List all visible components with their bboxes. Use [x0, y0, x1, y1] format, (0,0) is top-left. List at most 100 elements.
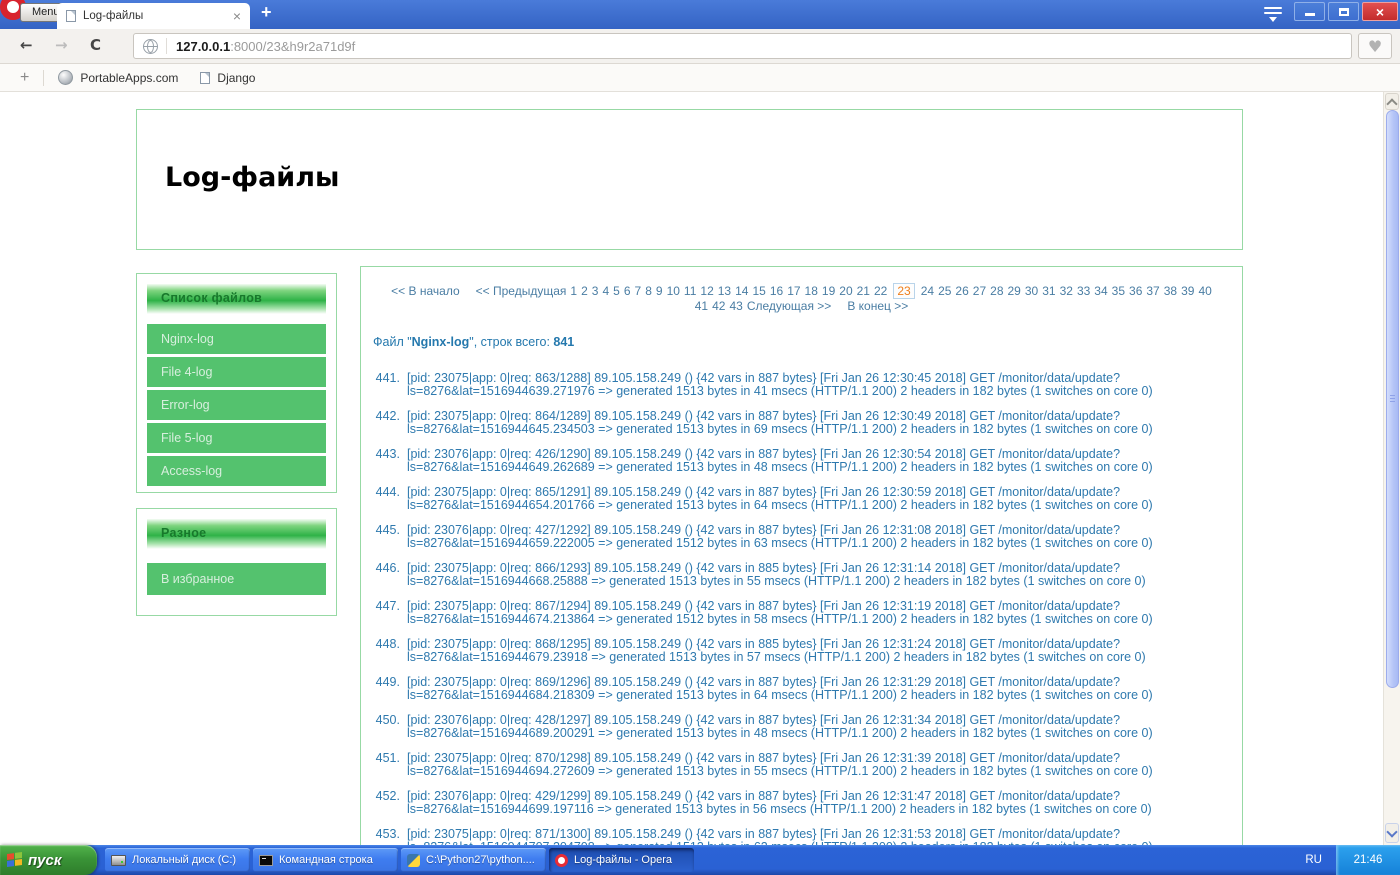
pagination-link[interactable]: 12 — [700, 284, 713, 298]
pagination-link[interactable]: 28 — [990, 284, 1003, 298]
pagination-link[interactable]: 18 — [805, 284, 818, 298]
pagination-link[interactable]: 40 — [1198, 284, 1211, 298]
tab-menu-icon[interactable] — [1264, 7, 1282, 26]
log-entry-text: [pid: 23076|app: 0|req: 426/1290] 89.105… — [407, 448, 1153, 474]
speed-dial-button[interactable] — [120, 40, 133, 53]
log-entry: 447.[pid: 23075|app: 0|req: 867/1294] 89… — [373, 600, 1242, 626]
sidebar-file-link[interactable]: Error-log — [147, 390, 326, 420]
pagination-link[interactable]: 16 — [770, 284, 783, 298]
sidebar-files-box: Список файлов Nginx-logFile 4-logError-l… — [136, 273, 337, 493]
sidebar-file-link[interactable]: File 4-log — [147, 357, 326, 387]
maximize-button[interactable] — [1328, 2, 1359, 21]
log-entry-number: 444. — [373, 486, 400, 512]
taskbar-right: RU 21:46 — [1305, 845, 1400, 875]
scrollbar-grip — [1390, 395, 1395, 402]
log-entry: 442.[pid: 23075|app: 0|req: 864/1289] 89… — [373, 410, 1242, 436]
pagination-link[interactable]: 36 — [1129, 284, 1142, 298]
log-entry: 449.[pid: 23075|app: 0|req: 869/1296] 89… — [373, 676, 1242, 702]
pagination-link[interactable]: 21 — [857, 284, 870, 298]
pagination-link[interactable]: << В начало — [391, 284, 459, 298]
pagination-link[interactable]: 29 — [1008, 284, 1021, 298]
pagination-link[interactable]: В конец >> — [847, 299, 908, 313]
pagination-link[interactable]: 22 — [874, 284, 887, 298]
pagination-link[interactable]: 13 — [718, 284, 731, 298]
pagination-link[interactable]: 30 — [1025, 284, 1038, 298]
pagination-link[interactable]: 20 — [839, 284, 852, 298]
new-tab-button[interactable]: + — [261, 2, 272, 23]
url-path: :8000/23&h9r2a71d9f — [230, 39, 355, 54]
log-entry-number: 449. — [373, 676, 400, 702]
sidebar-file-link[interactable]: Nginx-log — [147, 324, 326, 354]
scrollbar-thumb[interactable] — [1386, 110, 1399, 688]
pagination-link[interactable]: Следующая >> — [747, 299, 831, 313]
taskbar-button[interactable]: Локальный диск (C:) — [105, 848, 250, 872]
pagination-link[interactable]: 1 — [570, 284, 577, 298]
tab-close-icon[interactable]: × — [233, 9, 241, 23]
pagination-link[interactable]: << Предыдущая — [476, 284, 567, 298]
clock: 21:46 — [1354, 854, 1383, 866]
log-entry-number: 450. — [373, 714, 400, 740]
bookmark-label: Django — [217, 71, 255, 85]
taskbar-button[interactable]: Log-файлы - Opera — [549, 848, 694, 872]
sidebar-file-link[interactable]: File 5-log — [147, 423, 326, 453]
scroll-up-button[interactable] — [1385, 93, 1399, 110]
minimize-button[interactable] — [1294, 2, 1325, 21]
line-count: 841 — [553, 335, 574, 349]
bookmark-page-button[interactable]: ♥ — [1358, 33, 1392, 59]
disk-drive-icon — [111, 855, 126, 866]
pagination-link[interactable]: 37 — [1146, 284, 1159, 298]
scroll-down-button[interactable] — [1385, 823, 1399, 843]
start-button[interactable]: пуск — [0, 845, 97, 875]
pagination-link[interactable]: 35 — [1112, 284, 1125, 298]
opera-browser-window: Menu Log-файлы × + × ← → C 127.0.0.1:800… — [0, 0, 1400, 875]
log-line-2: ls=8276&lat=1516944639.271976 => generat… — [407, 385, 1153, 398]
bookmark-item[interactable]: PortableApps.com — [58, 70, 178, 85]
pagination-link[interactable]: 15 — [752, 284, 765, 298]
pagination-link[interactable]: 3 — [592, 284, 599, 298]
close-button[interactable]: × — [1362, 2, 1398, 21]
taskbar-button[interactable]: C:\Python27\python.... — [401, 848, 546, 872]
add-bookmark-button[interactable]: + — [20, 69, 29, 87]
pagination-link[interactable]: 14 — [735, 284, 748, 298]
pagination-link[interactable]: 43 — [729, 299, 742, 313]
pagination-link[interactable]: 26 — [955, 284, 968, 298]
sidebar-misc-link[interactable]: В избранное — [147, 563, 326, 595]
pagination-link[interactable]: 2 — [581, 284, 588, 298]
pagination-link[interactable]: 8 — [645, 284, 652, 298]
pagination-link[interactable]: 7 — [635, 284, 642, 298]
pagination-link[interactable]: 6 — [624, 284, 631, 298]
pagination-link[interactable]: 19 — [822, 284, 835, 298]
log-entry-text: [pid: 23075|app: 0|req: 863/1288] 89.105… — [407, 372, 1153, 398]
pagination-link[interactable]: 41 — [695, 299, 708, 313]
sidebar-file-link[interactable]: Access-log — [147, 456, 326, 486]
forward-button[interactable]: → — [55, 36, 68, 54]
pagination-link[interactable]: 27 — [973, 284, 986, 298]
taskbar-button[interactable]: Командная строка — [253, 848, 398, 872]
windows-flag-icon — [7, 852, 22, 868]
vertical-scrollbar[interactable] — [1383, 92, 1400, 845]
pagination-link[interactable]: 10 — [667, 284, 680, 298]
pagination-link[interactable]: 33 — [1077, 284, 1090, 298]
pagination-link[interactable]: 11 — [684, 284, 696, 298]
pagination-link[interactable]: 42 — [712, 299, 725, 313]
pagination-link[interactable]: 24 — [921, 284, 934, 298]
pagination-link[interactable]: 31 — [1042, 284, 1055, 298]
reload-button[interactable]: C — [90, 36, 101, 54]
back-button[interactable]: ← — [20, 36, 33, 54]
pagination-link[interactable]: 17 — [787, 284, 800, 298]
pagination-link[interactable]: 25 — [938, 284, 951, 298]
pagination-link[interactable]: 9 — [656, 284, 663, 298]
chevron-down-icon — [1386, 826, 1397, 837]
browser-tab[interactable]: Log-файлы × — [57, 3, 250, 29]
pagination-link[interactable]: 39 — [1181, 284, 1194, 298]
pagination-link[interactable]: 32 — [1060, 284, 1073, 298]
pagination-link[interactable]: 38 — [1164, 284, 1177, 298]
start-label: пуск — [28, 852, 61, 869]
sidebar-files-header: Список файлов — [147, 284, 326, 314]
pagination-link[interactable]: 5 — [613, 284, 620, 298]
address-bar-input[interactable]: 127.0.0.1:8000/23&h9r2a71d9f — [133, 33, 1352, 59]
pagination-link[interactable]: 34 — [1094, 284, 1107, 298]
language-indicator[interactable]: RU — [1305, 854, 1322, 866]
bookmark-item[interactable]: Django — [200, 71, 255, 85]
pagination-link[interactable]: 4 — [602, 284, 609, 298]
